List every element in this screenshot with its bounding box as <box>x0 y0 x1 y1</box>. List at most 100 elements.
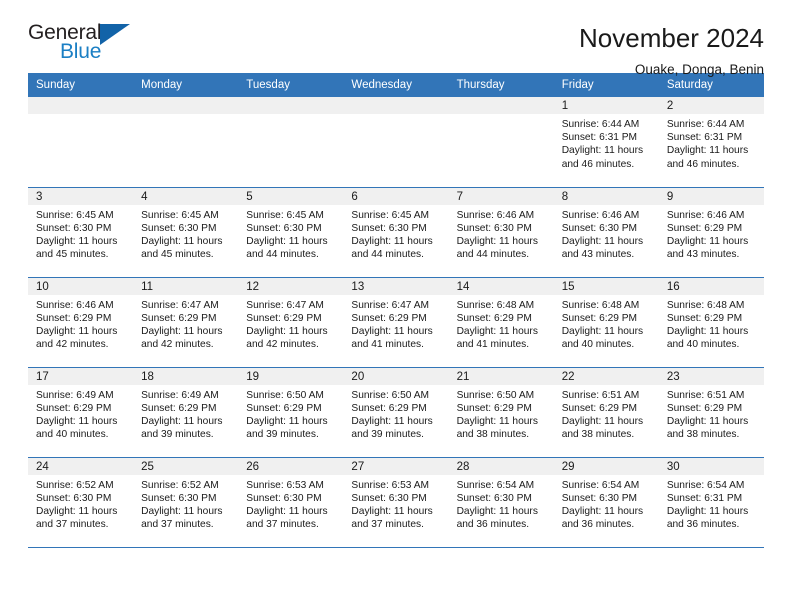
day-cell[interactable]: 30 Sunrise: 6:54 AM Sunset: 6:31 PM Dayl… <box>658 456 764 548</box>
day-cell[interactable]: 14 Sunrise: 6:48 AM Sunset: 6:29 PM Dayl… <box>448 276 554 367</box>
day-details: Sunrise: 6:46 AM Sunset: 6:30 PM Dayligh… <box>554 205 659 262</box>
weekday-header-monday: Monday <box>133 73 239 97</box>
day-cell[interactable]: 15 Sunrise: 6:48 AM Sunset: 6:29 PM Dayl… <box>553 276 659 367</box>
daylight-text-line1: Daylight: 11 hours <box>351 505 433 517</box>
sunset-text: Sunset: 6:30 PM <box>246 492 322 504</box>
daylight-text-line1: Daylight: 11 hours <box>351 325 433 337</box>
daylight-text-line2: and 36 minutes. <box>666 519 740 531</box>
daylight-text-line2: and 40 minutes. <box>36 429 109 441</box>
day-cell[interactable]: 25 Sunrise: 6:52 AM Sunset: 6:30 PM Dayl… <box>133 456 239 548</box>
daylight-text-line1: Daylight: 11 hours <box>246 325 328 337</box>
day-cell[interactable]: 5 Sunrise: 6:45 AM Sunset: 6:30 PM Dayli… <box>238 186 344 277</box>
general-blue-logo[interactable]: General Blue <box>28 22 140 68</box>
daylight-text-line2: and 36 minutes. <box>456 519 530 531</box>
day-cell[interactable]: 3 Sunrise: 6:45 AM Sunset: 6:30 PM Dayli… <box>28 186 134 277</box>
calendar-week-row: 1 Sunrise: 6:44 AM Sunset: 6:31 PM Dayli… <box>28 97 764 187</box>
weekday-header-wednesday: Wednesday <box>343 73 449 97</box>
day-cell[interactable]: 21 Sunrise: 6:50 AM Sunset: 6:29 PM Dayl… <box>448 366 554 457</box>
day-number: 11 <box>133 277 239 295</box>
day-number: 9 <box>658 187 764 205</box>
day-number: 13 <box>343 277 449 295</box>
day-number: 10 <box>28 277 134 295</box>
sunrise-text: Sunrise: 6:48 AM <box>456 299 535 311</box>
day-details: Sunrise: 6:53 AM Sunset: 6:30 PM Dayligh… <box>343 475 448 532</box>
day-cell[interactable]: 13 Sunrise: 6:47 AM Sunset: 6:29 PM Dayl… <box>343 276 449 367</box>
weekday-header-thursday: Thursday <box>448 73 554 97</box>
daylight-text-line2: and 45 minutes. <box>141 249 214 261</box>
day-cell[interactable]: 28 Sunrise: 6:54 AM Sunset: 6:30 PM Dayl… <box>448 456 554 548</box>
calendar-week-row: 17 Sunrise: 6:49 AM Sunset: 6:29 PM Dayl… <box>28 366 764 457</box>
sunrise-text: Sunrise: 6:51 AM <box>561 389 640 401</box>
day-details: Sunrise: 6:46 AM Sunset: 6:29 PM Dayligh… <box>28 295 133 352</box>
daylight-text-line1: Daylight: 11 hours <box>666 415 749 427</box>
day-cell[interactable]: 7 Sunrise: 6:46 AM Sunset: 6:30 PM Dayli… <box>448 186 554 277</box>
sunset-text: Sunset: 6:29 PM <box>246 402 322 414</box>
daylight-text-line2: and 37 minutes. <box>351 519 424 531</box>
day-number: 27 <box>343 457 449 475</box>
daylight-text-line2: and 44 minutes. <box>246 249 319 261</box>
day-cell[interactable]: 16 Sunrise: 6:48 AM Sunset: 6:29 PM Dayl… <box>658 276 764 367</box>
day-number: 18 <box>133 367 239 385</box>
day-cell[interactable]: 4 Sunrise: 6:45 AM Sunset: 6:30 PM Dayli… <box>133 186 239 277</box>
daylight-text-line2: and 46 minutes. <box>666 158 740 170</box>
day-cell[interactable]: 20 Sunrise: 6:50 AM Sunset: 6:29 PM Dayl… <box>343 366 449 457</box>
day-cell[interactable]: 17 Sunrise: 6:49 AM Sunset: 6:29 PM Dayl… <box>28 366 134 457</box>
day-number: 2 <box>658 97 764 114</box>
day-number: 22 <box>553 367 659 385</box>
daylight-text-line1: Daylight: 11 hours <box>456 505 538 517</box>
day-details: Sunrise: 6:54 AM Sunset: 6:31 PM Dayligh… <box>659 475 764 532</box>
weekday-header-tuesday: Tuesday <box>238 73 344 97</box>
sunset-text: Sunset: 6:30 PM <box>561 492 638 504</box>
day-number <box>238 97 344 114</box>
sunset-text: Sunset: 6:29 PM <box>666 222 743 234</box>
day-cell[interactable]: 9 Sunrise: 6:46 AM Sunset: 6:29 PM Dayli… <box>658 186 764 277</box>
sunrise-text: Sunrise: 6:53 AM <box>246 479 324 491</box>
sunset-text: Sunset: 6:29 PM <box>456 312 532 324</box>
sunrise-text: Sunrise: 6:45 AM <box>141 209 219 221</box>
sunset-text: Sunset: 6:30 PM <box>246 222 322 234</box>
daylight-text-line2: and 44 minutes. <box>456 249 530 261</box>
day-cell[interactable]: 11 Sunrise: 6:47 AM Sunset: 6:29 PM Dayl… <box>133 276 239 367</box>
sunrise-text: Sunrise: 6:47 AM <box>141 299 219 311</box>
daylight-text-line1: Daylight: 11 hours <box>246 235 328 247</box>
sunset-text: Sunset: 6:31 PM <box>666 492 743 504</box>
day-number: 20 <box>343 367 449 385</box>
daylight-text-line1: Daylight: 11 hours <box>456 415 538 427</box>
day-cell[interactable]: 26 Sunrise: 6:53 AM Sunset: 6:30 PM Dayl… <box>238 456 344 548</box>
day-cell[interactable]: 12 Sunrise: 6:47 AM Sunset: 6:29 PM Dayl… <box>238 276 344 367</box>
calendar-week-row: 10 Sunrise: 6:46 AM Sunset: 6:29 PM Dayl… <box>28 276 764 367</box>
day-cell[interactable]: 2 Sunrise: 6:44 AM Sunset: 6:31 PM Dayli… <box>658 97 764 187</box>
sunset-text: Sunset: 6:29 PM <box>36 402 112 414</box>
day-cell[interactable]: 19 Sunrise: 6:50 AM Sunset: 6:29 PM Dayl… <box>238 366 344 457</box>
sunrise-text: Sunrise: 6:54 AM <box>666 479 745 491</box>
sunset-text: Sunset: 6:30 PM <box>36 492 112 504</box>
sunset-text: Sunset: 6:29 PM <box>141 312 217 324</box>
daylight-text-line1: Daylight: 11 hours <box>561 415 644 427</box>
day-cell[interactable]: 29 Sunrise: 6:54 AM Sunset: 6:30 PM Dayl… <box>553 456 659 548</box>
daylight-text-line2: and 37 minutes. <box>246 519 319 531</box>
daylight-text-line1: Daylight: 11 hours <box>561 235 644 247</box>
day-details: Sunrise: 6:52 AM Sunset: 6:30 PM Dayligh… <box>28 475 133 532</box>
sunset-text: Sunset: 6:31 PM <box>666 132 743 144</box>
daylight-text-line1: Daylight: 11 hours <box>456 325 538 337</box>
day-cell[interactable]: 1 Sunrise: 6:44 AM Sunset: 6:31 PM Dayli… <box>553 97 659 187</box>
day-cell[interactable]: 18 Sunrise: 6:49 AM Sunset: 6:29 PM Dayl… <box>133 366 239 457</box>
day-cell-empty <box>343 97 449 187</box>
day-number: 1 <box>553 97 659 114</box>
daylight-text-line1: Daylight: 11 hours <box>141 505 223 517</box>
day-cell[interactable]: 10 Sunrise: 6:46 AM Sunset: 6:29 PM Dayl… <box>28 276 134 367</box>
day-cell[interactable]: 23 Sunrise: 6:51 AM Sunset: 6:29 PM Dayl… <box>658 366 764 457</box>
sunrise-text: Sunrise: 6:49 AM <box>141 389 219 401</box>
day-cell[interactable]: 22 Sunrise: 6:51 AM Sunset: 6:29 PM Dayl… <box>553 366 659 457</box>
calendar-page: General Blue November 2024 Ouake, Donga,… <box>0 0 792 612</box>
daylight-text-line1: Daylight: 11 hours <box>36 325 118 337</box>
sunrise-text: Sunrise: 6:46 AM <box>561 209 640 221</box>
daylight-text-line2: and 42 minutes. <box>246 339 319 351</box>
day-cell[interactable]: 6 Sunrise: 6:45 AM Sunset: 6:30 PM Dayli… <box>343 186 449 277</box>
sunset-text: Sunset: 6:29 PM <box>666 402 743 414</box>
sunrise-text: Sunrise: 6:52 AM <box>141 479 219 491</box>
day-cell[interactable]: 27 Sunrise: 6:53 AM Sunset: 6:30 PM Dayl… <box>343 456 449 548</box>
day-cell[interactable]: 24 Sunrise: 6:52 AM Sunset: 6:30 PM Dayl… <box>28 456 134 548</box>
day-cell[interactable]: 8 Sunrise: 6:46 AM Sunset: 6:30 PM Dayli… <box>553 186 659 277</box>
day-details: Sunrise: 6:51 AM Sunset: 6:29 PM Dayligh… <box>554 385 659 442</box>
